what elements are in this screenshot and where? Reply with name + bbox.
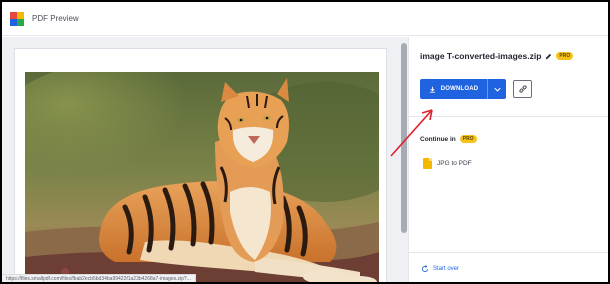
app-title: PDF Preview: [32, 14, 79, 23]
pro-badge: PRO: [556, 52, 574, 60]
restart-icon: [422, 265, 428, 272]
preview-area: [2, 37, 404, 282]
tool-label: JPG to PDF: [437, 160, 472, 167]
start-over-label: Start over: [433, 266, 460, 272]
link-icon: [518, 85, 527, 93]
right-panel: image T-converted-images.zip PRO DOWNLOA…: [408, 37, 608, 282]
panel-bottom-divider: [409, 252, 608, 253]
preview-page: [14, 48, 387, 282]
scrollbar-thumb[interactable]: [401, 43, 407, 233]
download-label: DOWNLOAD: [440, 86, 479, 92]
preview-image: [25, 72, 379, 282]
continue-in-label: Continue in: [420, 135, 456, 143]
download-button[interactable]: DOWNLOAD: [420, 79, 506, 99]
continue-in-row: Continue in PRO: [420, 135, 477, 143]
download-options-toggle[interactable]: [488, 87, 506, 92]
tool-jpg-to-pdf[interactable]: JPG to PDF: [423, 158, 472, 169]
app-logo-icon: [10, 11, 24, 26]
pencil-icon[interactable]: [545, 47, 552, 65]
status-bar-url: https://files.smallpdf.com/files/fbab2ec…: [2, 274, 196, 282]
header-bar: PDF Preview: [2, 2, 608, 36]
chevron-down-icon: [493, 87, 501, 92]
file-name: image T-converted-images.zip: [420, 51, 542, 61]
file-name-row: image T-converted-images.zip PRO: [420, 47, 574, 65]
app-window: PDF Preview https://files.smallpdf.com/f…: [2, 2, 608, 282]
tiger-photo: [25, 72, 379, 282]
download-main[interactable]: DOWNLOAD: [420, 86, 487, 93]
panel-divider: [409, 116, 608, 117]
copy-link-button[interactable]: [513, 80, 532, 98]
preview-scrollbar[interactable]: [400, 37, 408, 282]
continue-pro-badge: PRO: [459, 135, 477, 143]
download-icon: [429, 86, 435, 93]
start-over-link[interactable]: Start over: [421, 265, 459, 273]
jpg-file-icon: [423, 158, 432, 169]
